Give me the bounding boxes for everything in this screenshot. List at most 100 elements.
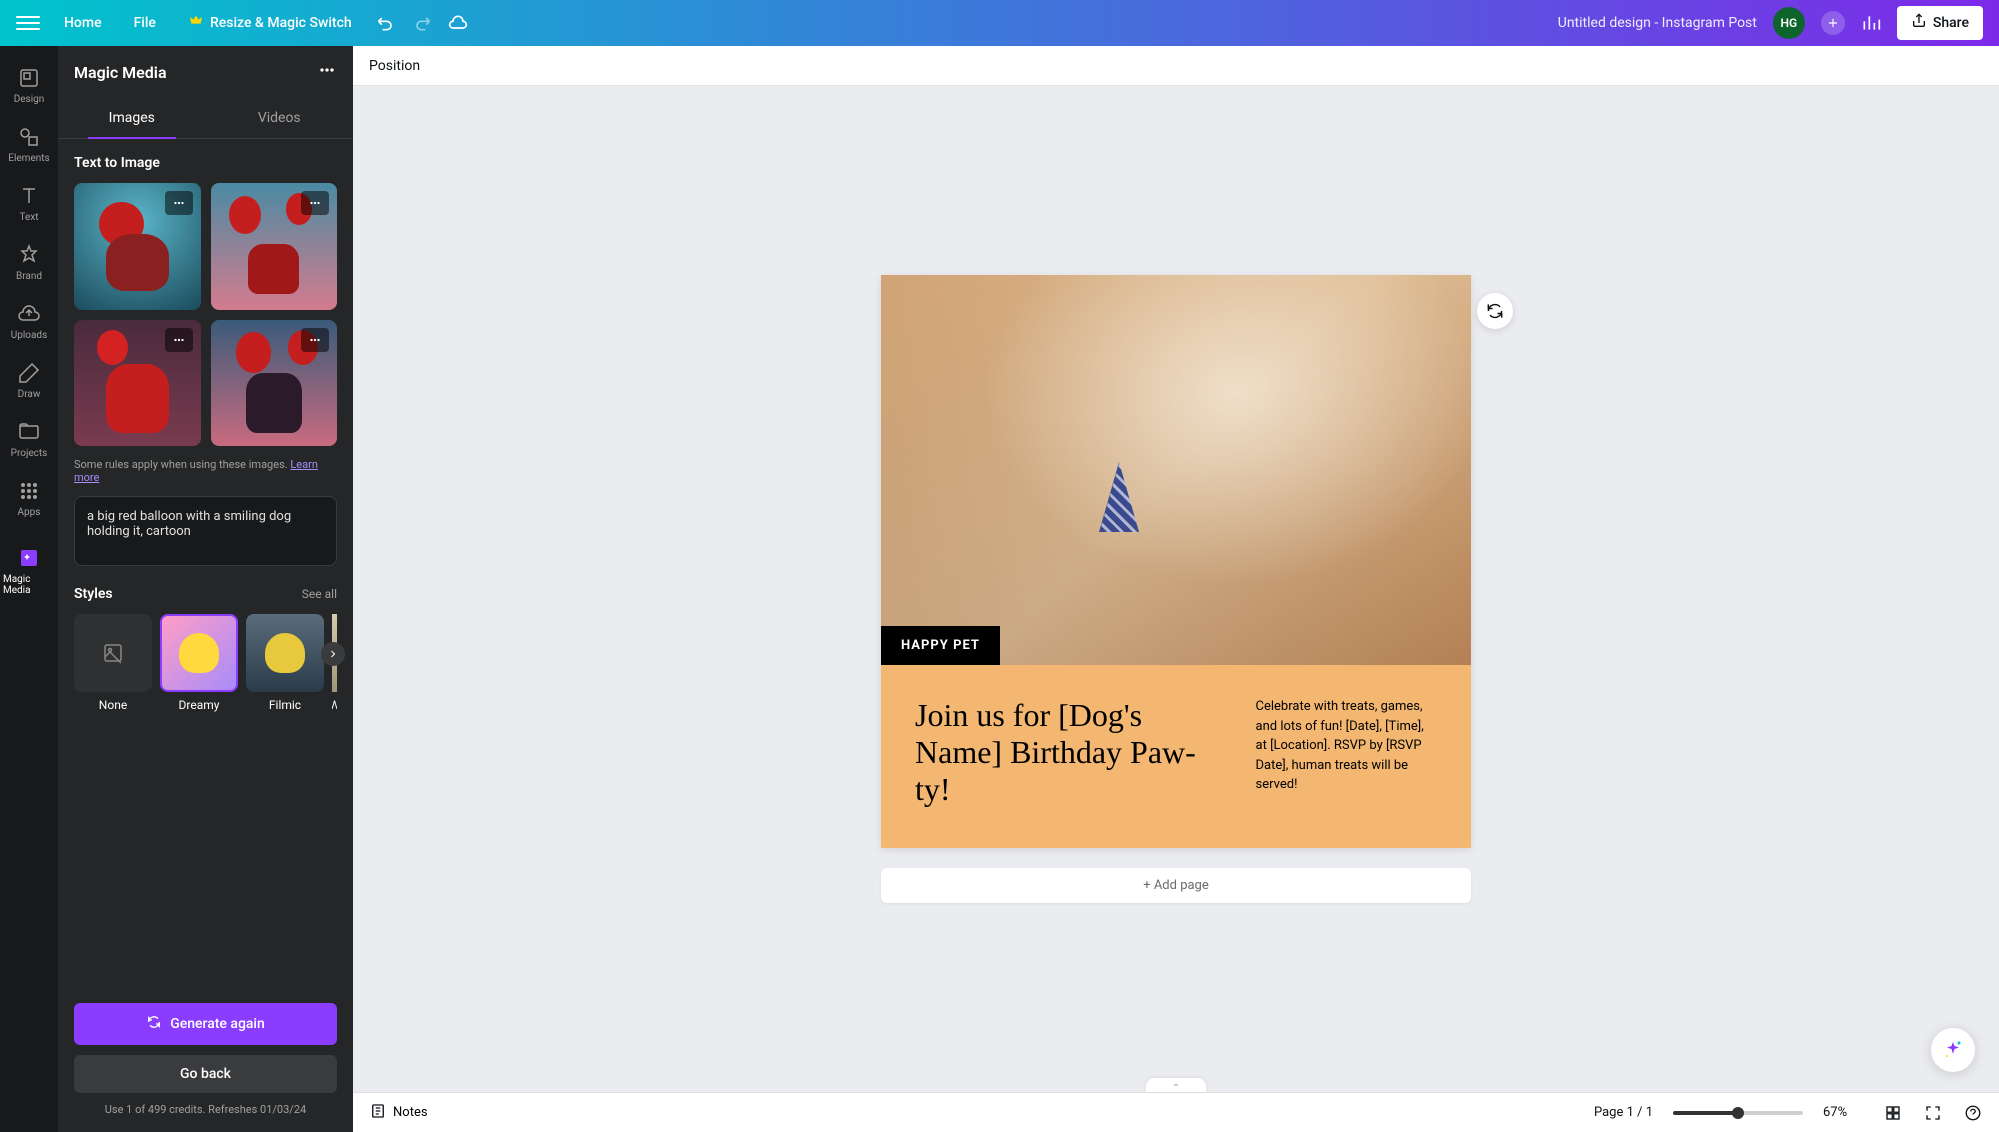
grid-view-icon[interactable] bbox=[1883, 1103, 1903, 1123]
undo-button[interactable] bbox=[376, 13, 396, 33]
crown-icon bbox=[188, 13, 204, 33]
text-to-image-label: Text to Image bbox=[74, 155, 337, 171]
brand-icon bbox=[17, 243, 41, 267]
nav-label: Elements bbox=[8, 153, 49, 164]
nav-label: Design bbox=[14, 94, 45, 105]
share-button[interactable]: Share bbox=[1897, 6, 1983, 40]
nav-text[interactable]: Text bbox=[3, 176, 55, 231]
image-more-icon[interactable] bbox=[165, 328, 193, 352]
notes-icon bbox=[369, 1102, 387, 1124]
credits-text: Use 1 of 499 credits. Refreshes 01/03/24 bbox=[74, 1103, 337, 1116]
apps-icon bbox=[17, 479, 41, 503]
style-filmic[interactable]: Filmic bbox=[246, 614, 324, 712]
page-indicator[interactable]: Page 1 / 1 bbox=[1594, 1105, 1653, 1120]
add-member-button[interactable] bbox=[1821, 11, 1845, 35]
design-title[interactable]: Untitled design - Instagram Post bbox=[1558, 15, 1757, 31]
nav-label: Text bbox=[19, 212, 38, 223]
design-icon bbox=[17, 66, 41, 90]
refresh-page-button[interactable] bbox=[1477, 293, 1513, 329]
nav-label: Brand bbox=[16, 271, 42, 282]
expand-timeline-notch[interactable] bbox=[1146, 1078, 1206, 1092]
styles-row: None Dreamy Filmic W bbox=[74, 614, 337, 712]
nav-design[interactable]: Design bbox=[3, 58, 55, 113]
image-more-icon[interactable] bbox=[301, 191, 329, 215]
go-back-button[interactable]: Go back bbox=[74, 1055, 337, 1093]
magic-media-icon bbox=[17, 546, 41, 570]
avatar[interactable]: HG bbox=[1773, 7, 1805, 39]
generated-image-1[interactable] bbox=[74, 183, 201, 310]
analytics-icon[interactable] bbox=[1861, 13, 1881, 33]
body-text[interactable]: Celebrate with treats, games, and lots o… bbox=[1256, 697, 1437, 807]
help-icon[interactable] bbox=[1963, 1103, 1983, 1123]
panel-title: Magic Media bbox=[74, 63, 167, 82]
nav-label: Uploads bbox=[11, 330, 47, 341]
nav-elements[interactable]: Elements bbox=[3, 117, 55, 172]
notes-button[interactable]: Notes bbox=[369, 1102, 428, 1124]
nav-label: Apps bbox=[18, 507, 41, 518]
topbar: Home File Resize & Magic Switch Untitled… bbox=[0, 0, 1999, 46]
add-page-button[interactable]: + Add page bbox=[881, 868, 1471, 903]
generated-image-2[interactable] bbox=[211, 183, 338, 310]
style-thumb-filmic bbox=[246, 614, 324, 692]
draw-icon bbox=[17, 361, 41, 385]
style-thumb-dreamy bbox=[160, 614, 238, 692]
panel-tabs: Images Videos bbox=[58, 98, 353, 139]
see-all-link[interactable]: See all bbox=[302, 587, 337, 601]
nav-magic-media[interactable]: Magic Media bbox=[3, 538, 55, 604]
panel-more-icon[interactable] bbox=[317, 60, 337, 84]
style-dreamy[interactable]: Dreamy bbox=[160, 614, 238, 712]
redo-button[interactable] bbox=[412, 13, 432, 33]
tab-images[interactable]: Images bbox=[58, 98, 206, 138]
style-label: None bbox=[99, 698, 127, 712]
resize-magic-switch-button[interactable]: Resize & Magic Switch bbox=[180, 7, 360, 39]
nav-projects[interactable]: Projects bbox=[3, 412, 55, 467]
position-button[interactable]: Position bbox=[369, 58, 420, 74]
design-page[interactable]: HAPPY PET Join us for [Dog's Name] Birth… bbox=[881, 275, 1471, 847]
share-icon bbox=[1911, 13, 1927, 33]
style-label: Filmic bbox=[269, 698, 301, 712]
style-label: Dreamy bbox=[179, 698, 220, 712]
nav-brand[interactable]: Brand bbox=[3, 235, 55, 290]
zoom-slider[interactable] bbox=[1673, 1111, 1803, 1115]
fullscreen-icon[interactable] bbox=[1923, 1103, 1943, 1123]
style-thumb-none bbox=[74, 614, 152, 692]
style-label: W bbox=[332, 698, 337, 712]
hero-label[interactable]: HAPPY PET bbox=[881, 626, 1000, 665]
canvas-toolbar: Position bbox=[353, 46, 1999, 86]
projects-icon bbox=[17, 420, 41, 444]
nav-label: Draw bbox=[18, 389, 41, 400]
elements-icon bbox=[17, 125, 41, 149]
generated-images-grid bbox=[74, 183, 337, 446]
prompt-textarea[interactable]: a big red balloon with a smiling dog hol… bbox=[74, 496, 337, 566]
canvas-viewport[interactable]: HAPPY PET Join us for [Dog's Name] Birth… bbox=[353, 86, 1999, 1092]
nav-label: Projects bbox=[11, 448, 48, 459]
file-button[interactable]: File bbox=[126, 9, 164, 37]
hero-image[interactable]: HAPPY PET bbox=[881, 275, 1471, 665]
image-more-icon[interactable] bbox=[301, 328, 329, 352]
cloud-sync-icon[interactable] bbox=[448, 13, 468, 33]
nav-draw[interactable]: Draw bbox=[3, 353, 55, 408]
styles-next-icon[interactable] bbox=[321, 642, 345, 666]
panel-header: Magic Media bbox=[58, 46, 353, 98]
regenerate-icon bbox=[146, 1014, 162, 1034]
generated-image-4[interactable] bbox=[211, 320, 338, 447]
zoom-level[interactable]: 67% bbox=[1823, 1105, 1863, 1120]
nav-uploads[interactable]: Uploads bbox=[3, 294, 55, 349]
home-button[interactable]: Home bbox=[56, 9, 110, 37]
headline-text[interactable]: Join us for [Dog's Name] Birthday Paw-ty… bbox=[915, 697, 1224, 807]
side-panel: Magic Media Images Videos Text to Image bbox=[58, 46, 353, 1132]
hamburger-menu[interactable] bbox=[16, 11, 40, 35]
rules-text: Some rules apply when using these images… bbox=[74, 458, 337, 484]
generated-image-3[interactable] bbox=[74, 320, 201, 447]
generate-again-button[interactable]: Generate again bbox=[74, 1003, 337, 1045]
magic-assistant-fab[interactable] bbox=[1931, 1028, 1975, 1072]
tab-videos[interactable]: Videos bbox=[206, 98, 354, 138]
page-content: Join us for [Dog's Name] Birthday Paw-ty… bbox=[881, 665, 1471, 847]
style-none[interactable]: None bbox=[74, 614, 152, 712]
uploads-icon bbox=[17, 302, 41, 326]
nav-apps[interactable]: Apps bbox=[3, 471, 55, 526]
styles-label: Styles bbox=[74, 586, 113, 602]
image-more-icon[interactable] bbox=[165, 191, 193, 215]
bottom-bar: Notes Page 1 / 1 67% bbox=[353, 1092, 1999, 1132]
nav-label: Magic Media bbox=[3, 574, 55, 596]
